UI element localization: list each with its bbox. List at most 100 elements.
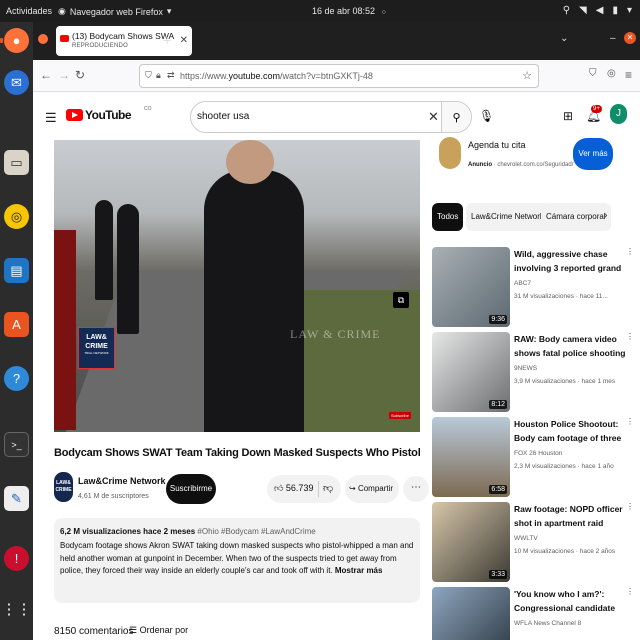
youtube-page: ☰ YouTube CO shooter usa ✕ ⚲ 🎙︎ ⊞ 🔔︎ 9+ … [33,92,640,640]
tab-audio-status: REPRODUCIENDO [72,43,128,49]
app-menu[interactable]: ◉ Navegador web Firefox ▾ [58,6,171,17]
sort-comments-button[interactable]: ☰ Ordenar por [129,625,188,636]
lock-icon[interactable]: 🔒︎ [156,70,161,81]
account-icon[interactable]: ◎ [607,68,616,79]
youtube-logo[interactable]: YouTube CO [66,106,152,122]
close-tab-icon[interactable]: ✕ [180,35,188,46]
recommended-video[interactable]: 8:12 RAW: Body camera video shows fatal … [432,332,634,412]
tab-list-icon[interactable]: ⌄ [560,33,568,44]
files-dock-icon[interactable]: ▭ [4,150,29,175]
divider [318,481,319,497]
show-apps-icon[interactable]: ⋮⋮ [2,596,32,621]
video-menu-icon[interactable]: ⋮ [626,417,634,426]
video-frame-officer-head [226,140,274,184]
channel-name[interactable]: Law&Crime Network ✔ [78,476,174,486]
video-thumbnail: 9:36 [432,247,510,327]
chip-all[interactable]: Todos [432,203,464,231]
video-menu-icon[interactable]: ⋮ [626,247,634,256]
search-box[interactable]: shooter usa ✕ ⚲ [190,101,472,133]
thunderbird-dock-icon[interactable]: ✉ [4,70,29,95]
menu-icon[interactable]: ≡ [625,68,632,82]
bookmark-star-icon[interactable]: ☆ [522,69,532,82]
minimize-icon[interactable]: – [610,33,616,44]
chip-bodycam[interactable]: Cámara corporal [541,203,611,231]
channel-avatar[interactable]: LAW& CRIME [54,472,73,502]
video-menu-icon[interactable]: ⋮ [626,332,634,341]
software-dock-icon[interactable]: A [4,312,29,337]
like-button[interactable]: 👍︎ 56.739 [274,483,313,494]
create-video-icon[interactable]: ⊞ [563,109,573,123]
url-bar[interactable]: ⛉ 🔒︎ ⇄ https://www.youtube.com/watch?v=b… [139,64,539,88]
shield-icon[interactable]: ⛉ [145,70,152,81]
law-crime-watermark: LAW & CRIME [290,327,381,341]
recommended-video[interactable]: 3:33 Raw footage: NOPD officer shot in a… [432,502,634,582]
ad-title: Agenda tu cita [468,140,526,150]
new-tab-icon[interactable]: + [163,32,171,48]
youtube-play-icon [66,109,83,121]
video-frame-car [54,230,76,430]
thumbs-down-icon[interactable]: 👎︎ [323,482,333,494]
battery-icon: ▮ [612,5,618,16]
system-tray[interactable]: ⚲ ◥ ◀ ▮ ▾ [563,5,632,16]
recommended-views: 31 M visualizaciones · hace 11... [514,293,608,300]
avatar[interactable]: J [610,104,627,124]
text-editor-dock-icon[interactable]: ✎ [4,486,29,511]
law-crime-logo: LAW& CRIME TRIAL NETWORK [78,327,115,369]
description-text: Bodycam footage shows Akron SWAT taking … [60,541,414,575]
subscribe-watermark[interactable]: Subscribe [389,412,411,419]
accessibility-icon: ⚲ [562,5,571,16]
hamburger-menu-icon[interactable]: ☰ [45,110,57,126]
recommended-title: Houston Police Shootout: Body cam footag… [514,419,622,443]
recommended-title: Raw footage: NOPD officer shot in apartm… [514,504,623,528]
writer-dock-icon[interactable]: ▤ [4,258,29,283]
miniplayer-icon[interactable]: ⧉ [393,292,409,308]
like-dislike-bar: 👍︎ 56.739 👎︎ [267,475,341,503]
screenshot-dock-icon[interactable]: ! [4,546,29,571]
forward-icon[interactable]: → [58,68,70,82]
search-button[interactable]: ⚲ [441,102,471,132]
duration-badge: 6:58 [489,485,507,494]
browser-tab[interactable]: (13) Bodycam Shows SWA REPRODUCIENDO ✕ [56,26,192,56]
recommended-video[interactable]: 9:36 Wild, aggressive chase involving 3 … [432,247,634,327]
description-box[interactable]: 6,2 M visualizaciones hace 2 meses #Ohio… [54,518,420,603]
subscriber-count: 4,61 M de suscriptores [78,493,149,500]
activities-button[interactable]: Actividades [6,6,52,16]
close-window-icon[interactable]: ✕ [624,32,636,44]
sidebar-ad[interactable]: Agenda tu cita Anuncio · chevrolet.com.c… [432,132,622,177]
comment-count: 8150 comentarios [54,626,134,637]
recommended-channel: WFLA News Channel 8 [514,620,582,627]
country-code: CO [144,106,152,112]
help-dock-icon[interactable]: ? [4,366,29,391]
chevron-right-icon[interactable]: › [604,210,607,221]
notification-dot-icon: ○ [381,9,386,16]
video-menu-icon[interactable]: ⋮ [626,587,634,596]
video-player[interactable]: LAW& CRIME TRIAL NETWORK LAW & CRIME ⧉ Su… [54,140,420,432]
recommended-title: RAW: Body camera video shows fatal polic… [514,334,626,358]
show-more-link[interactable]: Mostrar más [335,566,383,575]
video-menu-icon[interactable]: ⋮ [626,502,634,511]
firefox-dock-icon[interactable]: ● [0,28,29,53]
clear-search-icon[interactable]: ✕ [428,109,439,125]
recommended-video[interactable]: 6:58 Houston Police Shootout: Body cam f… [432,417,634,497]
recommended-title: Wild, aggressive chase involving 3 repor… [514,249,622,273]
pocket-icon[interactable]: ⛉ [589,68,597,79]
subscribe-button[interactable]: Suscribirme [166,474,216,504]
chip-law-crime[interactable]: Law&Crime Network [466,203,549,231]
dock: ● ✉ ▭ ◎ ▤ A ? >_ ✎ ! ⋮⋮ [0,22,33,640]
more-actions-icon[interactable]: ⋯ [403,476,429,502]
ad-cta-button[interactable]: Ver más [573,138,613,170]
terminal-dock-icon[interactable]: >_ [4,432,29,457]
rhythmbox-dock-icon[interactable]: ◎ [4,204,29,229]
search-input[interactable]: shooter usa [197,111,249,122]
clock[interactable]: 16 de abr 08:52 ○ [312,6,386,16]
recommended-video[interactable]: 'You know who I am?': Congressional cand… [432,587,634,640]
permissions-icon[interactable]: ⇄ [167,70,175,81]
back-icon[interactable]: ← [40,68,52,82]
thumbs-up-icon: 👍︎ [274,483,284,493]
share-button[interactable]: ↪ Compartir [345,475,399,503]
voice-search-icon[interactable]: 🎙︎ [479,109,494,123]
firefox-view-icon[interactable] [38,34,48,44]
hashtags[interactable]: #Ohio #Bodycam #LawAndCrime [197,527,315,536]
video-frame-officer [95,200,113,300]
reload-icon[interactable]: ↻ [75,68,85,82]
